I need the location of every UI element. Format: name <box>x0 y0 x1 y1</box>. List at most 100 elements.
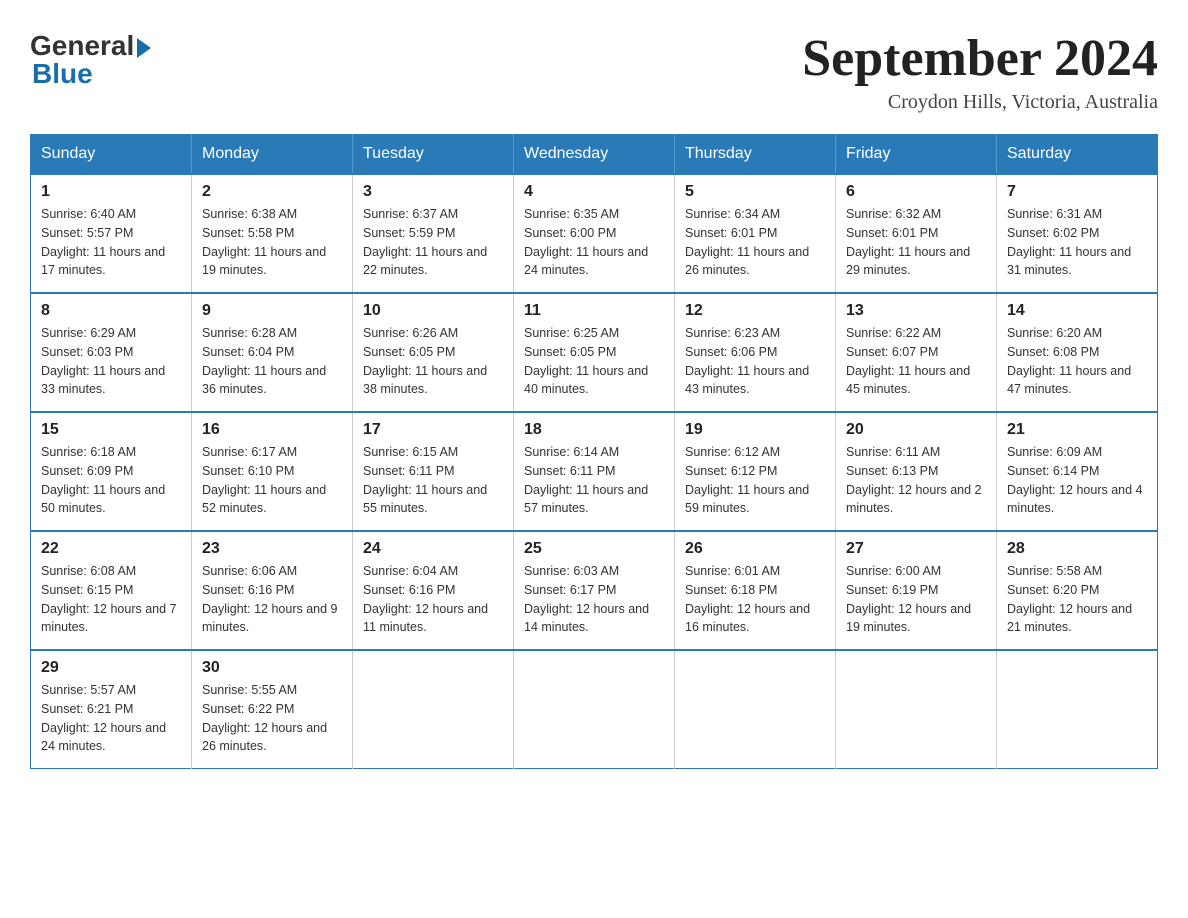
day-number: 13 <box>846 302 986 320</box>
calendar-cell: 17 Sunrise: 6:15 AMSunset: 6:11 PMDayligh… <box>353 412 514 531</box>
day-info: Sunrise: 6:20 AMSunset: 6:08 PMDaylight:… <box>1007 324 1147 399</box>
day-info: Sunrise: 6:29 AMSunset: 6:03 PMDaylight:… <box>41 324 181 399</box>
day-info: Sunrise: 6:34 AMSunset: 6:01 PMDaylight:… <box>685 205 825 280</box>
day-number: 18 <box>524 421 664 439</box>
calendar-cell <box>353 650 514 769</box>
day-info: Sunrise: 6:14 AMSunset: 6:11 PMDaylight:… <box>524 443 664 518</box>
day-info: Sunrise: 6:25 AMSunset: 6:05 PMDaylight:… <box>524 324 664 399</box>
day-number: 26 <box>685 540 825 558</box>
day-info: Sunrise: 6:28 AMSunset: 6:04 PMDaylight:… <box>202 324 342 399</box>
weekday-header-thursday: Thursday <box>675 135 836 175</box>
day-number: 25 <box>524 540 664 558</box>
calendar-cell: 26Sunrise: 6:01 AMSunset: 6:18 PMDayligh… <box>675 531 836 650</box>
day-number: 16 <box>202 421 342 439</box>
calendar-week-row: 22 Sunrise: 6:08 AMSunset: 6:15 PMDayligh… <box>31 531 1158 650</box>
day-number: 4 <box>524 183 664 201</box>
calendar-week-row: 8 Sunrise: 6:29 AMSunset: 6:03 PMDaylight… <box>31 293 1158 412</box>
day-info: Sunrise: 6:11 AMSunset: 6:13 PMDaylight:… <box>846 443 986 518</box>
calendar-cell: 11 Sunrise: 6:25 AMSunset: 6:05 PMDayligh… <box>514 293 675 412</box>
calendar-cell: 4Sunrise: 6:35 AMSunset: 6:00 PMDaylight… <box>514 174 675 293</box>
day-info: Sunrise: 6:17 AMSunset: 6:10 PMDaylight:… <box>202 443 342 518</box>
day-info: Sunrise: 6:32 AMSunset: 6:01 PMDaylight:… <box>846 205 986 280</box>
calendar-table: SundayMondayTuesdayWednesdayThursdayFrid… <box>30 134 1158 769</box>
day-number: 19 <box>685 421 825 439</box>
day-number: 9 <box>202 302 342 320</box>
day-info: Sunrise: 6:18 AMSunset: 6:09 PMDaylight:… <box>41 443 181 518</box>
day-number: 10 <box>363 302 503 320</box>
day-info: Sunrise: 5:58 AMSunset: 6:20 PMDaylight:… <box>1007 562 1147 637</box>
calendar-cell: 14 Sunrise: 6:20 AMSunset: 6:08 PMDayligh… <box>997 293 1158 412</box>
day-number: 23 <box>202 540 342 558</box>
calendar-cell: 8 Sunrise: 6:29 AMSunset: 6:03 PMDaylight… <box>31 293 192 412</box>
logo-arrow-icon <box>137 38 151 58</box>
day-info: Sunrise: 6:22 AMSunset: 6:07 PMDaylight:… <box>846 324 986 399</box>
day-number: 6 <box>846 183 986 201</box>
day-number: 29 <box>41 659 181 677</box>
day-info: Sunrise: 6:26 AMSunset: 6:05 PMDaylight:… <box>363 324 503 399</box>
calendar-cell: 16 Sunrise: 6:17 AMSunset: 6:10 PMDayligh… <box>192 412 353 531</box>
title-section: September 2024 Croydon Hills, Victoria, … <box>802 30 1158 114</box>
day-info: Sunrise: 5:55 AMSunset: 6:22 PMDaylight:… <box>202 681 342 756</box>
calendar-cell: 22 Sunrise: 6:08 AMSunset: 6:15 PMDayligh… <box>31 531 192 650</box>
calendar-week-row: 1Sunrise: 6:40 AMSunset: 5:57 PMDaylight… <box>31 174 1158 293</box>
calendar-cell <box>997 650 1158 769</box>
day-number: 22 <box>41 540 181 558</box>
day-info: Sunrise: 6:04 AMSunset: 6:16 PMDaylight:… <box>363 562 503 637</box>
calendar-cell: 12 Sunrise: 6:23 AMSunset: 6:06 PMDayligh… <box>675 293 836 412</box>
calendar-cell: 6 Sunrise: 6:32 AMSunset: 6:01 PMDaylight… <box>836 174 997 293</box>
day-info: Sunrise: 6:37 AMSunset: 5:59 PMDaylight:… <box>363 205 503 280</box>
calendar-cell: 9 Sunrise: 6:28 AMSunset: 6:04 PMDaylight… <box>192 293 353 412</box>
day-number: 11 <box>524 302 664 320</box>
calendar-week-row: 29 Sunrise: 5:57 AMSunset: 6:21 PMDayligh… <box>31 650 1158 769</box>
day-number: 17 <box>363 421 503 439</box>
day-number: 8 <box>41 302 181 320</box>
calendar-cell: 2 Sunrise: 6:38 AMSunset: 5:58 PMDaylight… <box>192 174 353 293</box>
day-number: 12 <box>685 302 825 320</box>
calendar-cell <box>675 650 836 769</box>
day-info: Sunrise: 6:31 AMSunset: 6:02 PMDaylight:… <box>1007 205 1147 280</box>
day-number: 7 <box>1007 183 1147 201</box>
weekday-header-tuesday: Tuesday <box>353 135 514 175</box>
calendar-cell: 23 Sunrise: 6:06 AMSunset: 6:16 PMDayligh… <box>192 531 353 650</box>
day-info: Sunrise: 6:38 AMSunset: 5:58 PMDaylight:… <box>202 205 342 280</box>
day-number: 5 <box>685 183 825 201</box>
calendar-body: 1Sunrise: 6:40 AMSunset: 5:57 PMDaylight… <box>31 174 1158 769</box>
weekday-header-wednesday: Wednesday <box>514 135 675 175</box>
day-number: 14 <box>1007 302 1147 320</box>
day-info: Sunrise: 6:23 AMSunset: 6:06 PMDaylight:… <box>685 324 825 399</box>
calendar-cell: 24 Sunrise: 6:04 AMSunset: 6:16 PMDayligh… <box>353 531 514 650</box>
calendar-cell: 10 Sunrise: 6:26 AMSunset: 6:05 PMDayligh… <box>353 293 514 412</box>
day-number: 2 <box>202 183 342 201</box>
day-number: 30 <box>202 659 342 677</box>
day-number: 28 <box>1007 540 1147 558</box>
day-number: 1 <box>41 183 181 201</box>
calendar-cell: 3 Sunrise: 6:37 AMSunset: 5:59 PMDaylight… <box>353 174 514 293</box>
day-info: Sunrise: 6:12 AMSunset: 6:12 PMDaylight:… <box>685 443 825 518</box>
day-number: 24 <box>363 540 503 558</box>
page-header: General Blue September 2024 Croydon Hill… <box>30 30 1158 114</box>
day-info: Sunrise: 6:06 AMSunset: 6:16 PMDaylight:… <box>202 562 342 637</box>
calendar-cell: 19 Sunrise: 6:12 AMSunset: 6:12 PMDayligh… <box>675 412 836 531</box>
weekday-header-saturday: Saturday <box>997 135 1158 175</box>
calendar-cell: 13 Sunrise: 6:22 AMSunset: 6:07 PMDayligh… <box>836 293 997 412</box>
calendar-cell: 21Sunrise: 6:09 AMSunset: 6:14 PMDayligh… <box>997 412 1158 531</box>
calendar-cell: 15 Sunrise: 6:18 AMSunset: 6:09 PMDayligh… <box>31 412 192 531</box>
weekday-header-row: SundayMondayTuesdayWednesdayThursdayFrid… <box>31 135 1158 175</box>
day-number: 27 <box>846 540 986 558</box>
day-number: 3 <box>363 183 503 201</box>
calendar-cell: 29 Sunrise: 5:57 AMSunset: 6:21 PMDayligh… <box>31 650 192 769</box>
calendar-cell <box>836 650 997 769</box>
day-info: Sunrise: 6:15 AMSunset: 6:11 PMDaylight:… <box>363 443 503 518</box>
day-info: Sunrise: 5:57 AMSunset: 6:21 PMDaylight:… <box>41 681 181 756</box>
calendar-cell <box>514 650 675 769</box>
day-info: Sunrise: 6:03 AMSunset: 6:17 PMDaylight:… <box>524 562 664 637</box>
day-info: Sunrise: 6:08 AMSunset: 6:15 PMDaylight:… <box>41 562 181 637</box>
logo: General Blue <box>30 30 151 90</box>
calendar-cell: 25 Sunrise: 6:03 AMSunset: 6:17 PMDayligh… <box>514 531 675 650</box>
weekday-header-sunday: Sunday <box>31 135 192 175</box>
calendar-header: SundayMondayTuesdayWednesdayThursdayFrid… <box>31 135 1158 175</box>
calendar-cell: 20Sunrise: 6:11 AMSunset: 6:13 PMDayligh… <box>836 412 997 531</box>
calendar-cell: 18 Sunrise: 6:14 AMSunset: 6:11 PMDayligh… <box>514 412 675 531</box>
day-number: 15 <box>41 421 181 439</box>
calendar-cell: 1Sunrise: 6:40 AMSunset: 5:57 PMDaylight… <box>31 174 192 293</box>
